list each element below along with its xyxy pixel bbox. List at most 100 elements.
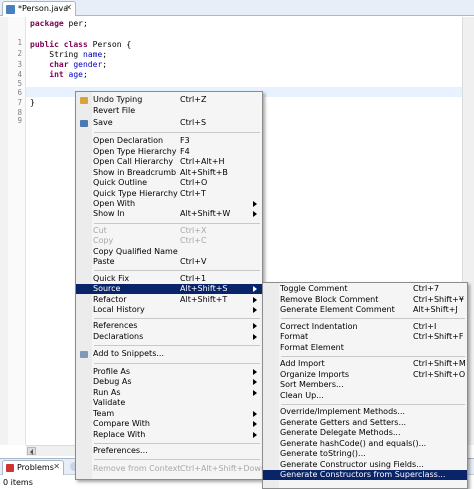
menu-item-generate-delegate-methods[interactable]: Generate Delegate Methods...: [263, 428, 467, 438]
menu-item-shortcut: Ctrl+7: [413, 284, 440, 293]
code-text: Person {: [87, 40, 132, 49]
menu-item-shortcut: Ctrl+V: [180, 257, 207, 266]
menu-item-organize-imports[interactable]: Organize Imports Ctrl+Shift+O: [263, 370, 467, 380]
snippet-icon: [80, 351, 88, 358]
line-number: 3: [17, 60, 22, 69]
menu-item-label: Add Import: [280, 359, 325, 368]
menu-item-label: Remove from Context: [93, 464, 181, 473]
menu-item-debug-as[interactable]: Debug As: [76, 377, 262, 387]
keyword: package: [30, 19, 64, 28]
close-icon[interactable]: ✕: [65, 3, 72, 13]
menu-item-team[interactable]: Team: [76, 409, 262, 419]
menu-item-add-import[interactable]: Add Import Ctrl+Shift+M: [263, 359, 467, 369]
keyword: public: [30, 40, 59, 49]
close-icon[interactable]: ✕: [53, 462, 60, 472]
menu-item-correct-indentation[interactable]: Correct Indentation Ctrl+I: [263, 322, 467, 332]
menu-separator: [94, 345, 260, 346]
code-line-1[interactable]: package per;: [30, 19, 88, 29]
menu-item-paste[interactable]: Paste Ctrl+V: [76, 257, 262, 267]
menu-item-generate-hashcode-equals[interactable]: Generate hashCode() and equals()...: [263, 439, 467, 449]
menu-separator: [281, 404, 465, 405]
menu-item-shortcut: Ctrl+Alt+H: [180, 157, 225, 166]
menu-item-copy-qualified-name[interactable]: Copy Qualified Name: [76, 247, 262, 257]
menu-item-preferences[interactable]: Preferences...: [76, 446, 262, 456]
menu-item-label: Generate Constructors from Superclass...: [280, 470, 446, 479]
code-line-4[interactable]: String name;: [30, 50, 107, 60]
code-line-5[interactable]: char gender;: [30, 60, 107, 70]
menu-item-shortcut: Ctrl+X: [180, 226, 207, 235]
menu-item-toggle-comment[interactable]: Toggle Comment Ctrl+7: [263, 284, 467, 294]
menu-item-open-call-hierarchy[interactable]: Open Call Hierarchy Ctrl+Alt+H: [76, 157, 262, 167]
menu-item-label: Local History: [93, 305, 145, 314]
line-number: 1: [17, 38, 22, 47]
menu-item-undo-typing[interactable]: Undo Typing Ctrl+Z: [76, 95, 262, 105]
menu-item-generate-constructor-using-fields[interactable]: Generate Constructor using Fields...: [263, 460, 467, 470]
menu-item-show-in[interactable]: Show In Alt+Shift+W: [76, 209, 262, 219]
editor-tab-bar: *Person.java ✕: [0, 0, 474, 16]
line-number: 6: [17, 88, 22, 97]
menu-item-run-as[interactable]: Run As: [76, 388, 262, 398]
menu-item-copy: Copy Ctrl+C: [76, 236, 262, 246]
menu-separator: [94, 459, 260, 460]
menu-item-cut: Cut Ctrl+X: [76, 226, 262, 236]
tab-problems[interactable]: Problems ✕: [2, 460, 64, 475]
menu-item-compare-with[interactable]: Compare With: [76, 419, 262, 429]
menu-item-label: Preferences...: [93, 446, 148, 455]
menu-item-show-in-breadcrumb[interactable]: Show in Breadcrumb Alt+Shift+B: [76, 168, 262, 178]
menu-item-shortcut: F4: [180, 147, 190, 156]
menu-item-generate-getters-setters[interactable]: Generate Getters and Setters...: [263, 418, 467, 428]
menu-item-label: Profile As: [93, 367, 131, 376]
code-text: per;: [63, 19, 88, 28]
menu-item-label: Correct Indentation: [280, 322, 358, 331]
menu-item-open-declaration[interactable]: Open Declaration F3: [76, 136, 262, 146]
java-file-icon: [6, 5, 15, 14]
menu-item-generate-constructors-from-superclass[interactable]: Generate Constructors from Superclass...: [263, 470, 467, 481]
submenu-arrow-icon: [253, 432, 257, 438]
menu-item-shortcut: Ctrl+Z: [180, 95, 207, 104]
code-line-6[interactable]: int age;: [30, 70, 88, 80]
menu-item-shortcut: Ctrl+S: [180, 118, 207, 127]
menu-separator: [94, 363, 260, 364]
menu-item-revert-file[interactable]: Revert File: [76, 106, 262, 116]
menu-item-shortcut: Ctrl+C: [180, 236, 207, 245]
code-line-9[interactable]: }: [30, 98, 35, 108]
menu-item-source[interactable]: Source Alt+Shift+S: [76, 284, 262, 295]
menu-item-references[interactable]: References: [76, 321, 262, 331]
menu-item-label: Generate Element Comment: [280, 305, 395, 314]
menu-item-profile-as[interactable]: Profile As: [76, 367, 262, 377]
menu-item-clean-up[interactable]: Clean Up...: [263, 391, 467, 401]
line-number-gutter: 1 2 3 4 5 6 7 8 9: [8, 17, 26, 445]
menu-item-declarations[interactable]: Declarations: [76, 332, 262, 342]
menu-item-format[interactable]: Format Ctrl+Shift+F: [263, 332, 467, 342]
menu-item-quick-fix[interactable]: Quick Fix Ctrl+1: [76, 274, 262, 284]
menu-item-shortcut: Alt+Shift+T: [180, 295, 228, 304]
menu-item-remove-block-comment[interactable]: Remove Block Comment Ctrl+Shift+¥: [263, 295, 467, 305]
menu-item-label: Organize Imports: [280, 370, 350, 379]
menu-item-shortcut: Ctrl+Shift+M: [413, 359, 466, 368]
submenu-arrow-icon: [253, 411, 257, 417]
menu-item-shortcut: Ctrl+Alt+Shift+Down: [180, 464, 267, 473]
menu-item-open-type-hierarchy[interactable]: Open Type Hierarchy F4: [76, 147, 262, 157]
menu-item-label: Undo Typing: [93, 95, 143, 104]
scroll-left-arrow-icon[interactable]: [27, 447, 36, 455]
menu-item-override-implement-methods[interactable]: Override/Implement Methods...: [263, 407, 467, 417]
menu-item-open-with[interactable]: Open With: [76, 199, 262, 209]
menu-item-shortcut: F3: [180, 136, 190, 145]
menu-item-label: Open With: [93, 199, 136, 208]
menu-item-quick-outline[interactable]: Quick Outline Ctrl+O: [76, 178, 262, 188]
menu-item-local-history[interactable]: Local History: [76, 305, 262, 315]
source-submenu: Toggle Comment Ctrl+7 Remove Block Comme…: [262, 282, 468, 489]
menu-item-label: Copy: [93, 236, 114, 245]
tab-person-java[interactable]: *Person.java ✕: [2, 1, 76, 16]
menu-item-save[interactable]: Save Ctrl+S: [76, 118, 262, 128]
menu-item-replace-with[interactable]: Replace With: [76, 430, 262, 440]
menu-item-validate[interactable]: Validate: [76, 398, 262, 408]
menu-item-generate-tostring[interactable]: Generate toString()...: [263, 449, 467, 459]
menu-item-format-element[interactable]: Format Element: [263, 343, 467, 353]
menu-item-sort-members[interactable]: Sort Members...: [263, 380, 467, 390]
menu-item-quick-type-hierarchy[interactable]: Quick Type Hierarchy Ctrl+T: [76, 189, 262, 199]
menu-item-refactor[interactable]: Refactor Alt+Shift+T: [76, 295, 262, 305]
menu-item-generate-element-comment[interactable]: Generate Element Comment Alt+Shift+J: [263, 305, 467, 315]
code-line-3[interactable]: public class Person {: [30, 40, 131, 50]
menu-item-add-to-snippets[interactable]: Add to Snippets...: [76, 349, 262, 359]
